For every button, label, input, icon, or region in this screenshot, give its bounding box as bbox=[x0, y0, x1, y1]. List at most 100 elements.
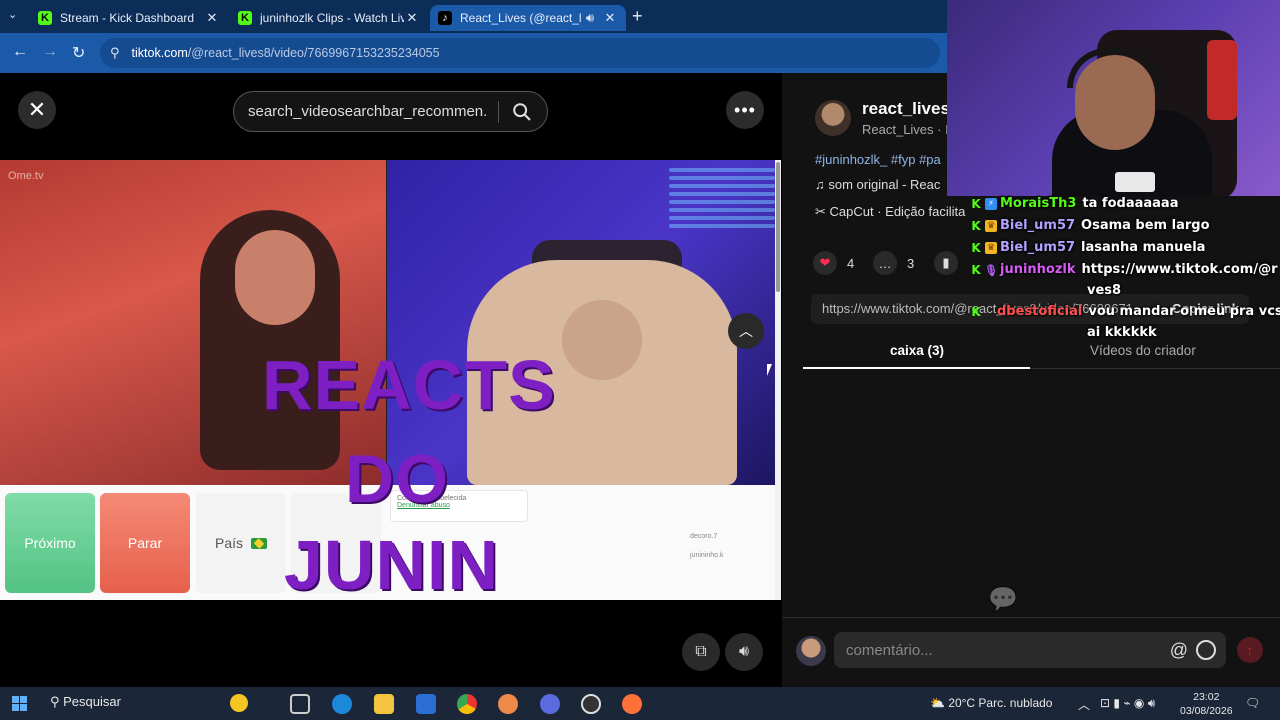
bookmark-icon: ▮ bbox=[934, 251, 958, 275]
chat-text: lasanha manuela bbox=[1081, 240, 1206, 255]
streamer-webcam bbox=[947, 0, 1280, 196]
chat-text: Osama bem largo bbox=[1081, 218, 1210, 233]
store-icon[interactable] bbox=[416, 694, 436, 714]
mini-chat-overlay bbox=[669, 164, 775, 254]
copilot-icon[interactable] bbox=[230, 694, 248, 712]
user-avatar[interactable] bbox=[796, 636, 826, 666]
search-icon[interactable] bbox=[511, 101, 533, 123]
windows-start-icon[interactable] bbox=[12, 696, 28, 712]
weather-widget[interactable]: ⛅ 20°C Parc. nublado bbox=[930, 696, 1052, 710]
taskbar-clock[interactable]: 23:02 03/08/2026 bbox=[1180, 690, 1233, 718]
country-button[interactable]: País bbox=[196, 493, 286, 593]
notifications-icon[interactable]: 🗨︎ bbox=[1245, 696, 1260, 710]
site-info-icon[interactable]: ⚲ bbox=[110, 45, 120, 61]
search-bar[interactable]: search_videosearchbar_recommen... bbox=[233, 91, 548, 132]
obs-icon[interactable] bbox=[581, 694, 601, 714]
video-player[interactable]: Ome.tv Próximo Parar País Conexão estabe… bbox=[0, 160, 781, 600]
taskbar-search[interactable]: ⚲ Pesquisar bbox=[50, 694, 121, 710]
comment-button[interactable]: … 3 bbox=[873, 251, 914, 275]
save-button[interactable]: ▮ bbox=[934, 251, 968, 275]
next-label: Próximo bbox=[24, 535, 76, 551]
video-scrollbar[interactable] bbox=[775, 160, 781, 600]
capcut-row[interactable]: ✂ CapCut · Edição facilita bbox=[815, 204, 965, 220]
brazil-flag-icon bbox=[251, 537, 267, 549]
discord-icon[interactable] bbox=[540, 694, 560, 714]
tab-react-lives[interactable]: ♪ React_Lives (@react_lives8) 🔊︎ ✕ bbox=[430, 5, 626, 31]
creator-avatar[interactable] bbox=[815, 100, 851, 136]
file-explorer-icon[interactable] bbox=[374, 694, 394, 714]
kick-badge-icon: K bbox=[971, 263, 981, 277]
volume-button[interactable]: 🔊︎ bbox=[725, 633, 763, 671]
chat-message-continued: ves8 bbox=[1087, 283, 1121, 298]
new-tab-button[interactable]: + bbox=[632, 6, 643, 27]
chat-text: ta fodaaaaaa bbox=[1082, 196, 1179, 211]
close-tab-icon[interactable]: ✕ bbox=[602, 10, 618, 26]
music-row[interactable]: ♫ som original - Reac bbox=[815, 177, 940, 192]
chat-message: K 🎙︎ juninhozlk https://www.tiktok.com/@… bbox=[970, 262, 1277, 277]
clock-date: 03/08/2026 bbox=[1180, 705, 1233, 717]
crown-badge-icon: ♛ bbox=[985, 242, 997, 254]
tab-creator-videos[interactable]: Vídeos do criador bbox=[1090, 343, 1196, 358]
clock-time: 23:02 bbox=[1193, 691, 1220, 703]
url-field[interactable]: ⚲ tiktok.com/@react_lives8/video/7669967… bbox=[100, 38, 940, 68]
chat-username: dbestoficial bbox=[997, 304, 1083, 319]
side-chat-line: decoro.7 bbox=[690, 533, 718, 540]
tab-search-icon[interactable]: ⌄ bbox=[8, 8, 17, 21]
more-options-button[interactable]: ••• bbox=[726, 91, 764, 129]
tray-chevron-icon[interactable]: ︿ bbox=[1078, 696, 1090, 713]
speaker-icon[interactable]: 🔊︎ bbox=[582, 10, 598, 26]
chat-message: K ♛ Biel_um57 Osama bem largo bbox=[970, 218, 1210, 233]
ometv-camera-right bbox=[387, 160, 775, 485]
next-button[interactable]: Próximo bbox=[5, 493, 95, 593]
kick-badge-icon: K bbox=[971, 241, 981, 255]
capcut-icon: ✂ bbox=[815, 204, 830, 219]
side-chat-line: junininho.k bbox=[690, 552, 724, 559]
emoji-icon[interactable] bbox=[1196, 640, 1216, 660]
tray-icons[interactable]: ⊡ ▮ ⌁ ◉ 🔊︎ bbox=[1100, 696, 1155, 711]
creator-username[interactable]: react_lives bbox=[862, 99, 950, 119]
scroll-thumb[interactable] bbox=[776, 162, 780, 292]
chrome-icon[interactable] bbox=[457, 694, 477, 714]
comment-input[interactable]: comentário... @ bbox=[834, 632, 1226, 668]
comment-placeholder: comentário... bbox=[846, 641, 933, 659]
close-tab-icon[interactable]: ✕ bbox=[204, 10, 220, 26]
music-title: som original - Reac bbox=[828, 177, 941, 192]
kick-badge-icon: K bbox=[971, 305, 981, 319]
tiktok-icon: ♪ bbox=[438, 11, 452, 25]
back-button[interactable]: ← bbox=[12, 43, 28, 61]
video-hashtags[interactable]: #juninhozlk_ #fyp #pa bbox=[815, 152, 941, 167]
kick-icon: K bbox=[238, 11, 252, 25]
comment-count: 3 bbox=[907, 255, 915, 271]
tab-kick-dashboard[interactable]: K Stream - Kick Dashboard ✕ bbox=[30, 5, 228, 31]
app-icon[interactable] bbox=[498, 694, 518, 714]
mic-badge-icon: 🎙︎ bbox=[984, 263, 998, 277]
send-comment-button[interactable]: ↑ bbox=[1237, 637, 1263, 663]
stop-button[interactable]: Parar bbox=[100, 493, 190, 593]
search-input[interactable]: search_videosearchbar_recommen... bbox=[248, 103, 486, 120]
chair-accent bbox=[1207, 40, 1237, 120]
forward-button[interactable]: → bbox=[42, 43, 58, 61]
shirt-logo bbox=[1115, 172, 1155, 192]
previous-video-button[interactable]: ︿ bbox=[728, 313, 764, 349]
url-path: /@react_lives8/video/7669967153235234055 bbox=[187, 46, 440, 60]
taskbar-search-label: Pesquisar bbox=[63, 694, 121, 709]
edge-icon[interactable] bbox=[332, 694, 352, 714]
kick-badge-icon: K bbox=[971, 219, 981, 233]
active-tab-indicator bbox=[803, 367, 1030, 369]
reload-button[interactable]: ↻ bbox=[72, 43, 85, 63]
close-tab-icon[interactable]: ✕ bbox=[404, 10, 420, 26]
close-video-button[interactable]: ✕ bbox=[18, 91, 56, 129]
tab-comments[interactable]: caixa (3) bbox=[890, 343, 944, 358]
person-face bbox=[562, 300, 642, 380]
like-count: 4 bbox=[847, 255, 855, 271]
chat-text: https://www.tiktok.com/@r bbox=[1081, 262, 1278, 277]
firefox-icon[interactable] bbox=[622, 694, 642, 714]
like-button[interactable]: ❤ 4 bbox=[813, 251, 854, 275]
tab-juninhozlk-clips[interactable]: K juninhozlk Clips - Watch Live o ✕ bbox=[230, 5, 428, 31]
tab-title: React_Lives (@react_lives8) bbox=[460, 11, 582, 25]
chat-text: vou mandar o meu pra vcs r bbox=[1088, 304, 1280, 319]
chat-text: ves8 bbox=[1087, 283, 1122, 298]
task-view-icon[interactable] bbox=[290, 694, 310, 714]
floating-player-button[interactable]: ⧉ bbox=[682, 633, 720, 671]
mention-icon[interactable]: @ bbox=[1170, 640, 1188, 661]
